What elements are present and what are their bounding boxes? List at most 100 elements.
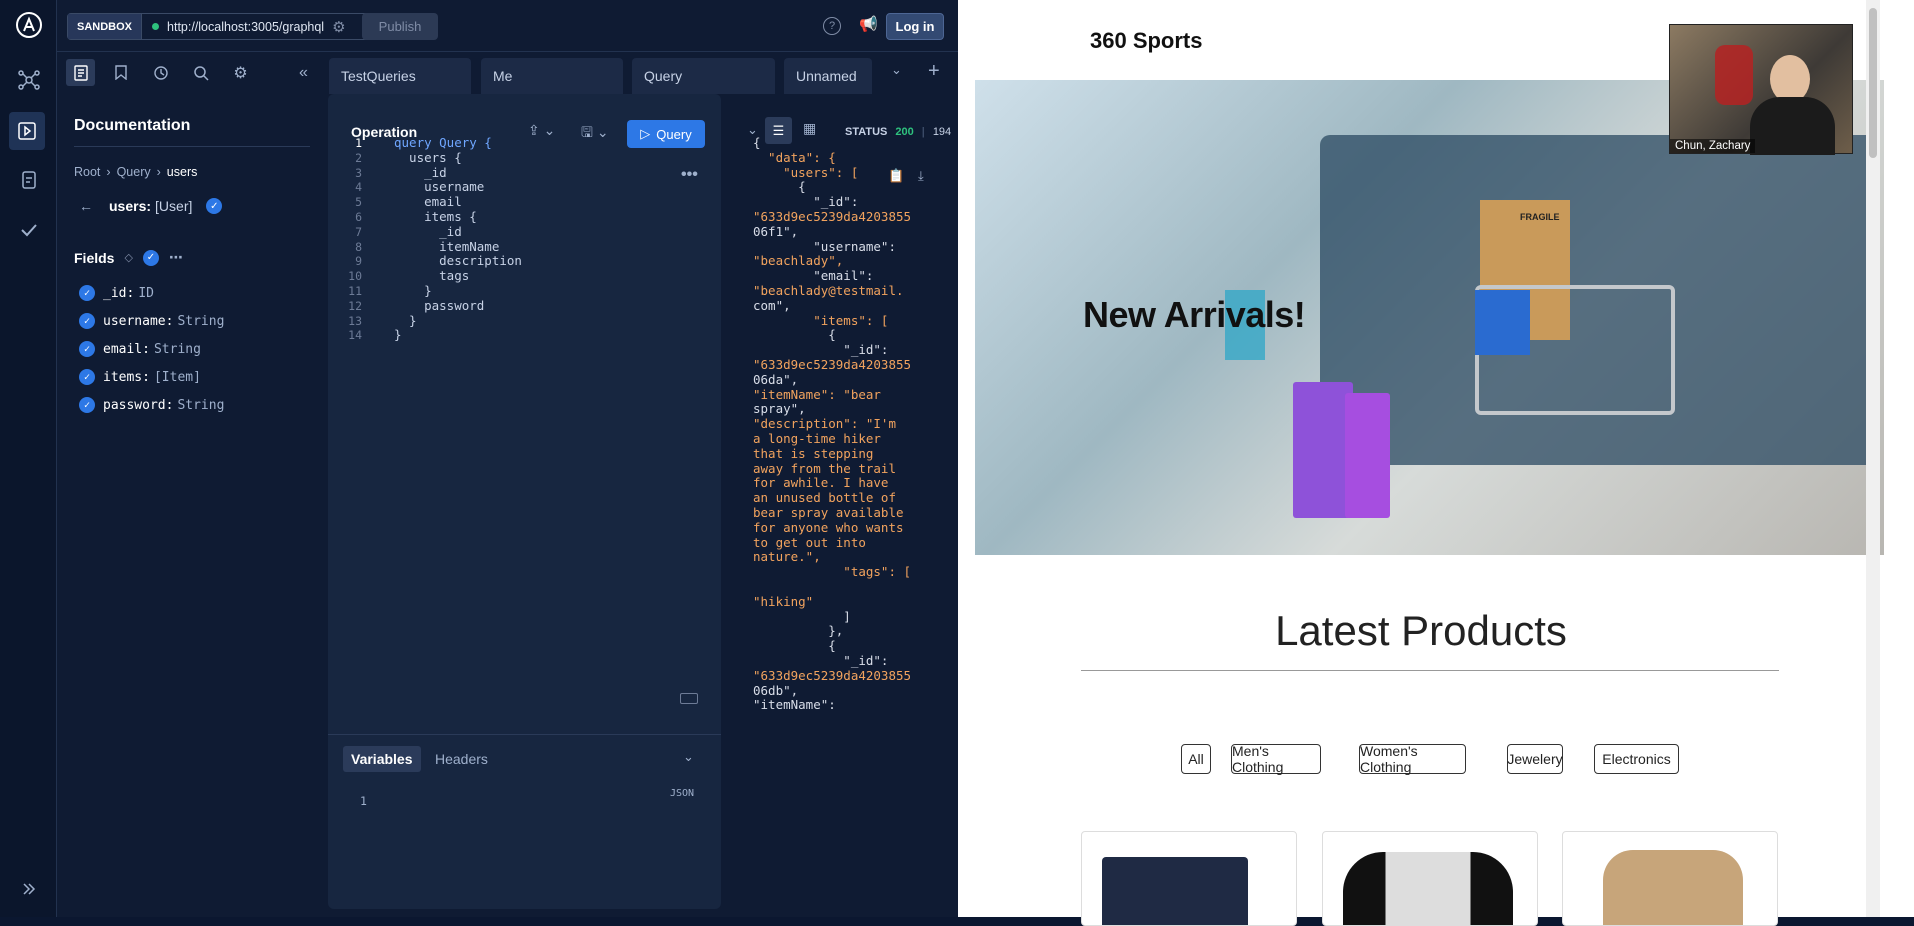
field-id[interactable]: ✓ _id: ID — [79, 285, 154, 301]
field-check-icon[interactable]: ✓ — [79, 341, 95, 357]
filter-all-button[interactable]: All — [1181, 744, 1211, 774]
code-line[interactable]: itemName — [394, 239, 499, 254]
run-query-button[interactable]: ▷ Query — [627, 120, 705, 148]
video-tile[interactable]: Chun, Zachary — [1669, 24, 1853, 155]
tshirt-image — [1343, 852, 1513, 925]
tab-me[interactable]: Me — [481, 58, 623, 94]
code-line[interactable]: username — [394, 179, 484, 194]
endpoint-url[interactable]: http://localhost:3005/graphql — [167, 20, 324, 34]
filter-electronics-button[interactable]: Electronics — [1594, 744, 1679, 774]
scrollbar[interactable] — [1866, 0, 1880, 917]
collapse-vars-icon[interactable]: ⌄ — [683, 749, 694, 765]
more-options-icon[interactable]: ⋯ — [169, 249, 183, 266]
tab-headers[interactable]: Headers — [435, 751, 488, 767]
save-icon[interactable]: 🖫 ⌄ — [581, 122, 609, 146]
filter-jewelery-button[interactable]: Jewelery — [1507, 744, 1563, 774]
settings-icon[interactable]: ⚙ — [226, 59, 255, 86]
line-number: 8 — [355, 239, 362, 254]
response-line: 06da", — [753, 371, 799, 387]
field-email[interactable]: ✓ email: String — [79, 341, 201, 357]
fields-label: Fields — [74, 249, 115, 266]
line-number: 1 — [355, 136, 362, 150]
field-check-icon[interactable]: ✓ — [79, 313, 95, 329]
code-line[interactable]: items { — [394, 209, 477, 224]
schema-icon[interactable] — [13, 64, 45, 96]
field-username[interactable]: ✓ username: String — [79, 313, 224, 329]
bookmark-icon[interactable] — [106, 59, 135, 86]
table-view-icon[interactable]: ▦ — [803, 120, 816, 137]
collapse-left-icon[interactable]: « — [289, 59, 318, 86]
response-line: spray", — [753, 401, 806, 417]
section-divider — [1081, 670, 1779, 671]
tab-unnamed[interactable]: Unnamed — [784, 58, 872, 94]
tabs-dropdown-icon[interactable]: ⌄ — [891, 62, 902, 78]
tab-query[interactable]: Query — [632, 58, 775, 94]
login-button[interactable]: Log in — [886, 13, 944, 40]
code-line[interactable]: } — [394, 327, 402, 342]
code-line[interactable]: _id — [394, 224, 462, 239]
json-view-icon[interactable]: ☰ — [765, 117, 792, 144]
code-line[interactable]: } — [394, 313, 417, 328]
code-line[interactable]: _id — [394, 165, 447, 180]
field-check-icon[interactable]: ✓ — [79, 285, 95, 301]
response-line: { — [753, 135, 761, 150]
checkmark-icon[interactable] — [13, 214, 45, 246]
field-items[interactable]: ✓ items: [Item] — [79, 369, 201, 385]
share-icon[interactable]: ⇪ ⌄ — [528, 122, 555, 139]
line-number: 7 — [355, 224, 362, 239]
product-card[interactable] — [1322, 831, 1538, 926]
sort-icon[interactable]: ◇ — [124, 251, 132, 264]
field-check-icon[interactable]: ✓ — [79, 369, 95, 385]
code-line[interactable]: password — [394, 298, 484, 313]
copy-icon[interactable]: 📋 — [888, 168, 904, 184]
keyboard-icon[interactable] — [680, 693, 698, 704]
search-icon[interactable] — [186, 59, 215, 86]
code-line[interactable]: tags — [394, 268, 469, 283]
editor-more-icon[interactable]: ••• — [681, 166, 698, 184]
field-check-icon[interactable]: ✓ — [79, 397, 95, 413]
announcement-icon[interactable]: 📢 — [859, 15, 878, 33]
checks-icon[interactable] — [13, 164, 45, 196]
type-check-icon[interactable]: ✓ — [206, 198, 223, 214]
download-icon[interactable]: ⤓ — [918, 168, 924, 184]
help-icon[interactable]: ? — [823, 17, 841, 35]
select-all-check-icon[interactable]: ✓ — [142, 249, 159, 266]
code-line[interactable]: query Query { — [394, 135, 492, 150]
filter-womens-button[interactable]: Women's Clothing — [1359, 743, 1466, 775]
publish-button[interactable]: Publish — [362, 13, 438, 40]
response-line: { — [753, 327, 836, 343]
tab-testqueries[interactable]: TestQueries — [329, 58, 471, 94]
brand-logo[interactable]: 360 Sports — [1090, 28, 1203, 54]
response-line: 06db", — [753, 682, 799, 698]
field-password[interactable]: ✓ password: String — [79, 397, 224, 413]
product-card[interactable] — [1562, 831, 1778, 926]
line-number: 3 — [355, 165, 362, 180]
expand-icon[interactable] — [13, 873, 45, 905]
code-line[interactable]: email — [394, 194, 462, 209]
response-panel: ⌄ ☰ ▦ STATUS 200 | 194 📋 ⤓ { "data": { "… — [735, 94, 958, 917]
jacket-image — [1603, 850, 1743, 925]
code-line[interactable]: } — [394, 283, 432, 298]
crumb-query[interactable]: Query — [117, 165, 151, 179]
participant-name: Chun, Zachary — [1670, 139, 1756, 153]
code-line[interactable]: description — [394, 253, 522, 268]
docs-icon[interactable] — [66, 59, 95, 86]
scrollbar-thumb[interactable] — [1869, 8, 1877, 158]
product-card[interactable] — [1081, 831, 1297, 926]
apollo-logo-icon[interactable] — [13, 9, 45, 41]
response-line: 06f1", — [753, 223, 799, 239]
code-line[interactable]: users { — [394, 150, 462, 165]
crumb-root[interactable]: Root — [74, 165, 100, 179]
add-tab-icon[interactable]: + — [928, 60, 940, 83]
history-icon[interactable] — [146, 59, 175, 86]
response-line: "items": [ — [753, 312, 889, 328]
settings-gear-icon[interactable]: ⚙ — [332, 18, 345, 36]
endpoint-bar[interactable]: SANDBOX http://localhost:3005/graphql ⚙ — [67, 13, 387, 40]
tab-variables[interactable]: Variables — [343, 746, 421, 772]
crumb-users[interactable]: users — [167, 165, 198, 179]
explorer-icon[interactable] — [9, 112, 45, 150]
filter-mens-button[interactable]: Men's Clothing — [1231, 743, 1321, 775]
purple-bag-image — [1345, 393, 1390, 518]
type-value[interactable]: [User] — [155, 198, 192, 214]
back-arrow-icon[interactable]: ← — [79, 198, 93, 214]
